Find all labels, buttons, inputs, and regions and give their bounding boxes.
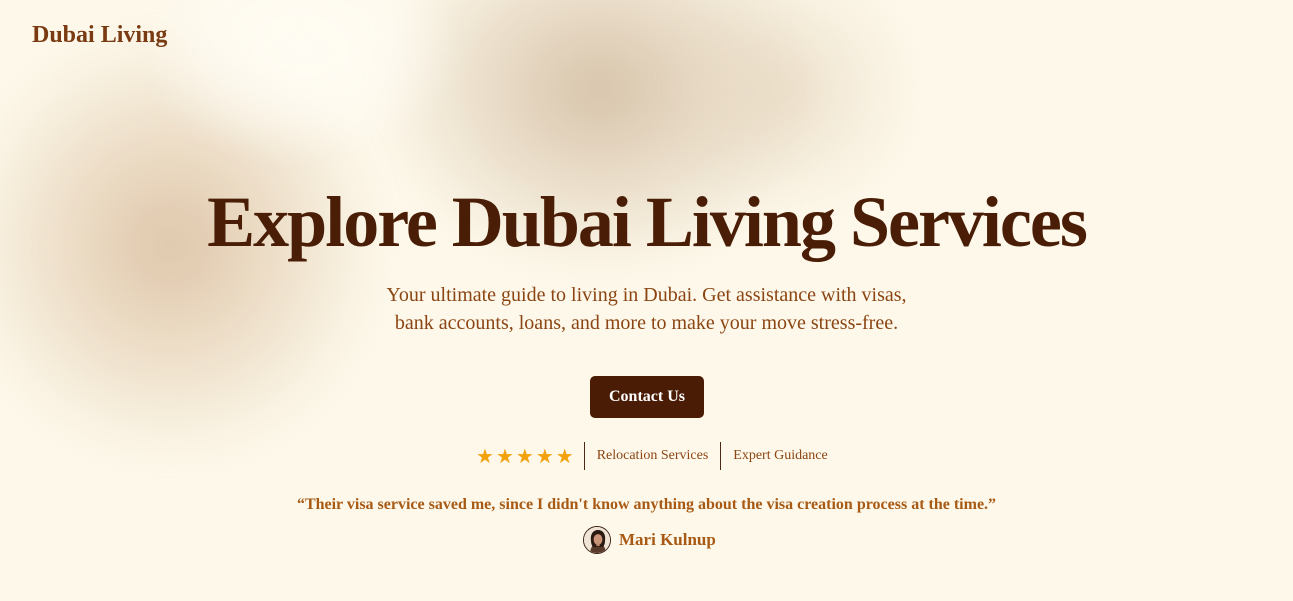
badge-expert-guidance: Expert Guidance	[733, 448, 828, 463]
avatar-portrait-icon	[584, 527, 610, 553]
hero-subtitle: Your ultimate guide to living in Dubai. …	[346, 281, 947, 337]
trust-badges: ★ ★ ★ ★ ★ Relocation Services Expert Gui…	[476, 442, 840, 470]
star-icon: ★	[535, 444, 554, 468]
star-icon: ★	[476, 444, 494, 468]
background-highlight	[140, 0, 460, 160]
badge-relocation-services: Relocation Services	[596, 448, 709, 463]
author-name: Mari Kulnup	[619, 530, 716, 549]
testimonial-quote: “Their visa service saved me, since I di…	[296, 496, 997, 513]
contact-us-button[interactable]: Contact Us	[590, 376, 704, 418]
site-logo[interactable]: Dubai Living	[32, 22, 167, 49]
star-icon: ★	[555, 444, 574, 468]
hero-subtitle-line: bank accounts, loans, and more to make y…	[394, 312, 899, 334]
testimonial-author: Mari Kulnup	[583, 526, 716, 554]
star-icon: ★	[515, 444, 534, 468]
star-icon: ★	[495, 444, 514, 468]
rating-stars: ★ ★ ★ ★ ★	[476, 446, 584, 466]
hero-title: Explore Dubai Living Services	[207, 182, 1088, 262]
avatar	[583, 526, 611, 554]
hero-subtitle-line: Your ultimate guide to living in Dubai. …	[386, 284, 907, 306]
